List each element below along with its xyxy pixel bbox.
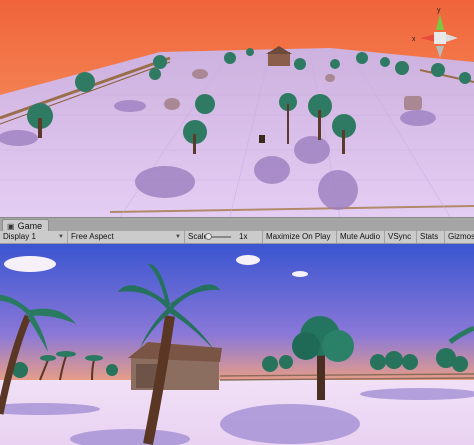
- scale-value: 1x: [239, 232, 248, 241]
- mute-audio-toggle[interactable]: Mute Audio: [337, 231, 385, 243]
- aspect-label: Free Aspect: [71, 232, 114, 241]
- aspect-dropdown[interactable]: Free Aspect ▼: [68, 231, 185, 243]
- display-label: Display 1: [3, 232, 36, 241]
- gizmo-y-label: y: [437, 7, 441, 14]
- game-view[interactable]: [0, 244, 474, 445]
- game-toolbar: Display 1 ▼ Free Aspect ▼ Scale 1x Maxim…: [0, 231, 474, 244]
- display-dropdown[interactable]: Display 1 ▼: [0, 231, 68, 243]
- scale-slider-handle[interactable]: [205, 233, 212, 240]
- scale-slider[interactable]: [205, 233, 231, 240]
- gizmos-toggle[interactable]: Gizmos: [445, 231, 474, 243]
- game-tabbar: ▣ Game: [0, 217, 474, 233]
- scene-view[interactable]: y x: [0, 0, 474, 217]
- stats-label: Stats: [420, 232, 439, 241]
- gizmos-label: Gizmos: [448, 232, 474, 241]
- maximize-label: Maximize On Play: [266, 232, 331, 241]
- dropdown-caret-icon: ▼: [58, 234, 64, 240]
- mute-label: Mute Audio: [340, 232, 381, 241]
- gizmo-x-label: x: [412, 36, 416, 43]
- vsync-label: VSync: [388, 232, 412, 241]
- scale-control[interactable]: Scale 1x: [185, 231, 263, 243]
- stats-toggle[interactable]: Stats: [417, 231, 445, 243]
- vsync-toggle[interactable]: VSync: [385, 231, 417, 243]
- maximize-on-play-toggle[interactable]: Maximize On Play: [263, 231, 337, 243]
- dropdown-caret-icon: ▼: [175, 234, 181, 240]
